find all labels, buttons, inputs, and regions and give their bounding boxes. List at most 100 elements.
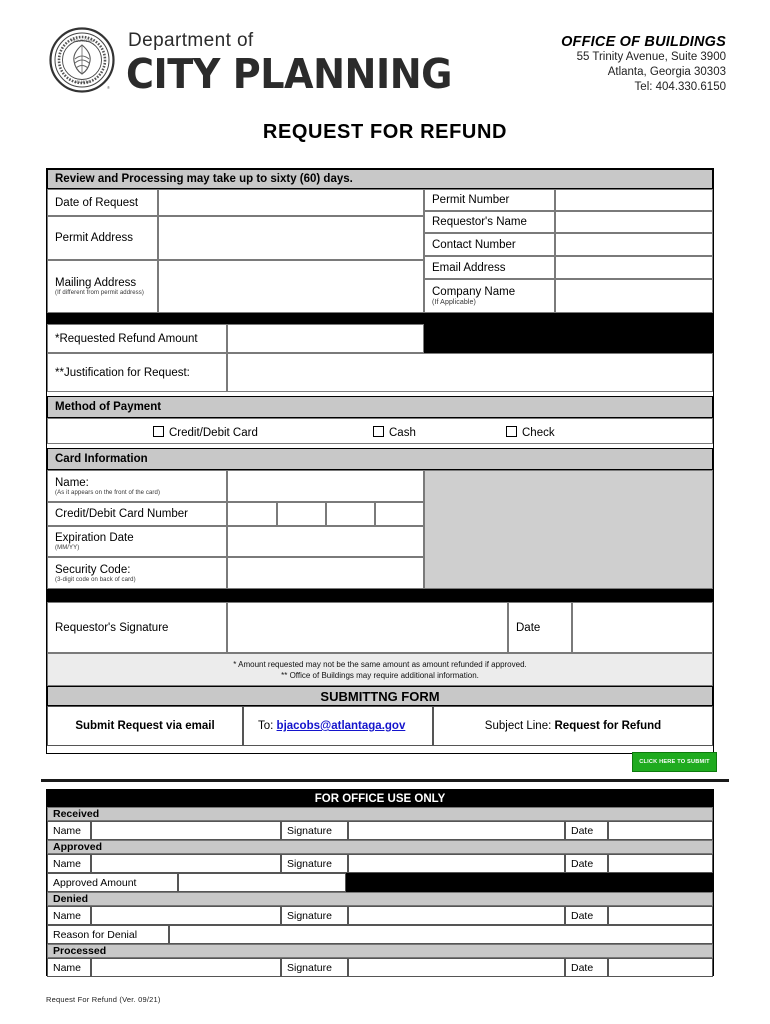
label-received-signature: Signature	[281, 821, 348, 840]
footnote-1: * Amount requested may not be the same a…	[233, 660, 527, 669]
input-contact-number[interactable]	[555, 233, 713, 256]
input-expiration-date[interactable]	[227, 526, 424, 557]
submit-email-link[interactable]: bjacobs@atlantaga.gov	[277, 720, 406, 732]
label-security-code: Security Code: (3-digit code on back of …	[47, 557, 227, 589]
label-sub-text: (3-digit code on back of card)	[55, 576, 136, 583]
label-text: *Requested Refund Amount	[55, 332, 198, 345]
label-text: Name:	[55, 476, 89, 489]
label-approved-name: Name	[47, 854, 91, 873]
label-sub-text: (As it appears on the front of the card)	[55, 489, 161, 496]
input-processed-date[interactable]	[608, 958, 713, 977]
label-approved-amount: Approved Amount	[47, 873, 178, 892]
office-band-denied: Denied	[47, 892, 713, 906]
label-text: Mailing Address	[55, 277, 137, 289]
input-card-name[interactable]	[227, 470, 424, 502]
submit-to-cell: To: bjacobs@atlantaga.gov	[243, 706, 433, 746]
input-permit-address[interactable]	[158, 216, 424, 260]
input-requested-refund-amount[interactable]	[227, 324, 424, 353]
label-sub-text: (MM/YY)	[55, 545, 80, 551]
label-justification-for-request: **Justification for Request:	[47, 353, 227, 392]
input-received-signature[interactable]	[348, 821, 565, 840]
input-reason-for-denial[interactable]	[169, 925, 713, 944]
label-permit-number: Permit Number	[424, 189, 555, 211]
label-company-name: Company Name (If Applicable)	[424, 279, 555, 313]
section-divider-black-1	[47, 313, 713, 324]
input-signature-date[interactable]	[572, 602, 713, 653]
checkbox-credit-debit-card[interactable]: Credit/Debit Card	[153, 426, 258, 439]
office-band-processed: Processed	[47, 944, 713, 958]
input-approved-date[interactable]	[608, 854, 713, 873]
label-expiration-date: Expiration Date (MM/YY)	[47, 526, 227, 557]
input-denied-name[interactable]	[91, 906, 281, 925]
label-requestors-name: Requestor's Name	[424, 211, 555, 233]
page-title: REQUEST FOR REFUND	[262, 121, 508, 143]
input-card-number-group-2[interactable]	[277, 502, 326, 526]
checkbox-cash[interactable]: Cash	[373, 426, 416, 439]
checkbox-label: Check	[522, 427, 555, 439]
input-denied-signature[interactable]	[348, 906, 565, 925]
office-phone: Tel: 404.330.6150	[634, 81, 726, 93]
input-approved-amount[interactable]	[178, 873, 346, 892]
input-approved-name[interactable]	[91, 854, 281, 873]
svg-text:RESURGENS: RESURGENS	[71, 39, 93, 43]
input-card-number-group-3[interactable]	[326, 502, 375, 526]
approved-amount-black-fill	[346, 873, 713, 892]
department-label: Department of	[128, 30, 254, 51]
input-processed-signature[interactable]	[348, 958, 565, 977]
label-permit-address: Permit Address	[47, 216, 158, 260]
checkbox-icon[interactable]	[373, 426, 384, 437]
subject-value: Request for Refund	[554, 720, 662, 732]
city-planning-wordmark: CITY PLANNING	[126, 50, 452, 98]
subject-prefix-label: Subject Line:	[484, 720, 552, 732]
input-email-address[interactable]	[555, 256, 713, 279]
input-requestors-signature[interactable]	[227, 602, 508, 653]
label-processed-name: Name	[47, 958, 91, 977]
office-address-line-1: 55 Trinity Avenue, Suite 3900	[576, 51, 726, 63]
input-received-name[interactable]	[91, 821, 281, 840]
card-info-grey-panel	[424, 470, 713, 589]
svg-text:®: ®	[107, 85, 110, 90]
label-received-name: Name	[47, 821, 91, 840]
input-card-number-group-1[interactable]	[227, 502, 277, 526]
office-address-line-2: Atlanta, Georgia 30303	[607, 66, 726, 78]
label-signature-date: Date	[508, 602, 572, 653]
page-footer: Request For Refund (Ver. 09/21)	[46, 995, 161, 1004]
label-card-number: Credit/Debit Card Number	[47, 502, 227, 526]
input-approved-signature[interactable]	[348, 854, 565, 873]
label-denied-date: Date	[565, 906, 608, 925]
input-security-code[interactable]	[227, 557, 424, 589]
click-here-to-submit-button[interactable]: CLICK HERE TO SUBMIT	[632, 752, 717, 772]
label-requestors-signature: Requestor's Signature	[47, 602, 227, 653]
section-divider-black-2	[47, 589, 713, 602]
section-divider-rule	[41, 779, 729, 782]
input-date-of-request[interactable]	[158, 189, 424, 216]
input-justification-for-request[interactable]	[227, 353, 713, 392]
input-company-name[interactable]	[555, 279, 713, 313]
label-text: Email Address	[432, 261, 506, 274]
office-address-block: OFFICE OF BUILDINGS 55 Trinity Avenue, S…	[561, 34, 726, 95]
label-card-name: Name: (As it appears on the front of the…	[47, 470, 227, 502]
label-approved-date: Date	[565, 854, 608, 873]
checkbox-icon[interactable]	[506, 426, 517, 437]
input-permit-number[interactable]	[555, 189, 713, 211]
label-text: Company Name	[432, 286, 516, 298]
label-denied-name: Name	[47, 906, 91, 925]
submit-subject-cell: Subject Line: Request for Refund	[433, 706, 713, 746]
label-text: Requestor's Name	[432, 216, 527, 228]
footnote-2: ** Office of Buildings may require addit…	[281, 671, 479, 680]
input-card-number-group-4[interactable]	[375, 502, 424, 526]
label-received-date: Date	[565, 821, 608, 840]
input-requestors-name[interactable]	[555, 211, 713, 233]
label-requested-refund-amount: *Requested Refund Amount	[47, 324, 227, 353]
label-contact-number: Contact Number	[424, 233, 555, 256]
checkbox-icon[interactable]	[153, 426, 164, 437]
checkbox-check[interactable]: Check	[506, 426, 555, 439]
label-text: Date	[516, 621, 541, 634]
input-received-date[interactable]	[608, 821, 713, 840]
input-processed-name[interactable]	[91, 958, 281, 977]
submit-method-label: Submit Request via email	[47, 706, 243, 746]
city-of-atlanta-seal-icon: RESURGENS ATLANTA ®	[49, 27, 115, 93]
input-mailing-address[interactable]	[158, 260, 424, 313]
label-text: Date of Request	[55, 196, 139, 209]
input-denied-date[interactable]	[608, 906, 713, 925]
